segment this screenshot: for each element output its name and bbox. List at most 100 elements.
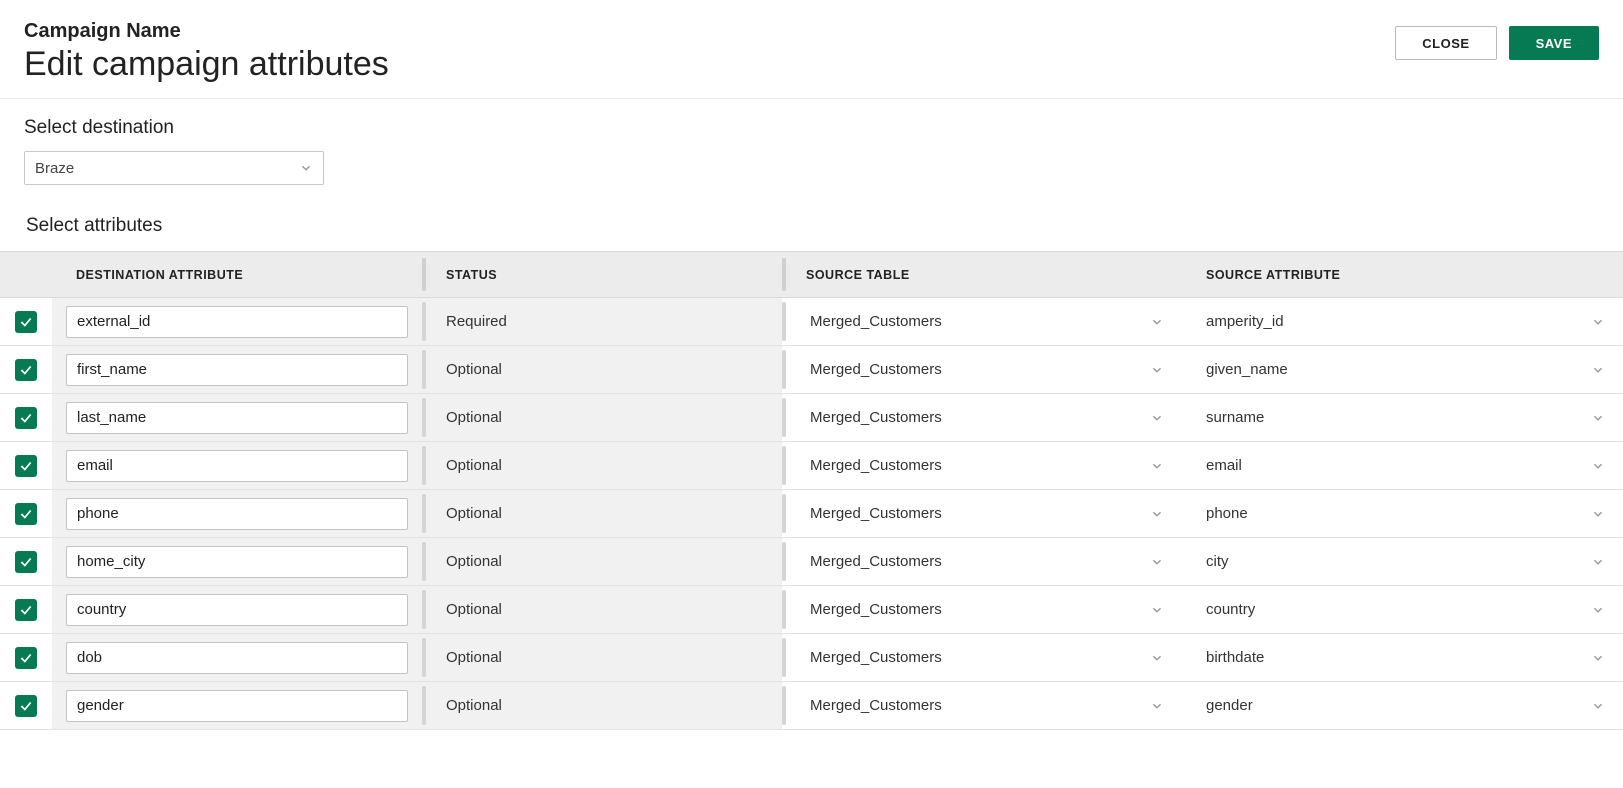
destination-attribute-cell [52,490,422,537]
source-table-select[interactable]: Merged_Customers [810,394,1164,441]
source-table-select[interactable]: Merged_Customers [810,586,1164,633]
status-cell: Required [422,298,782,345]
destination-attribute-input[interactable] [66,402,408,434]
source-attribute-select[interactable]: email [1206,442,1605,489]
row-checkbox-cell [0,394,52,441]
chevron-down-icon [1150,603,1164,617]
destination-attribute-input[interactable] [66,546,408,578]
source-table-select[interactable]: Merged_Customers [810,442,1164,489]
chevron-down-icon [1591,699,1605,713]
source-attribute-select[interactable]: given_name [1206,346,1605,393]
destination-selected-value: Braze [35,160,74,177]
destination-attribute-cell [52,298,422,345]
destination-attribute-input[interactable] [66,690,408,722]
source-table-value: Merged_Customers [810,313,942,330]
source-table-value: Merged_Customers [810,409,942,426]
source-table-select[interactable]: Merged_Customers [810,634,1164,681]
source-table-value: Merged_Customers [810,553,942,570]
destination-attribute-cell [52,346,422,393]
row-checkbox[interactable] [15,551,37,573]
destination-attribute-input[interactable] [66,642,408,674]
close-button[interactable]: CLOSE [1395,26,1496,60]
source-table-cell: Merged_Customers [782,538,1182,585]
source-table-select[interactable]: Merged_Customers [810,682,1164,729]
table-row: Optional Merged_Customers country [0,586,1623,634]
chevron-down-icon [1150,699,1164,713]
source-table-value: Merged_Customers [810,649,942,666]
source-attribute-cell: surname [1182,394,1623,441]
source-attribute-select[interactable]: birthdate [1206,634,1605,681]
source-attribute-value: given_name [1206,361,1288,378]
save-button[interactable]: SAVE [1509,26,1599,60]
table-row: OptionalMerged_Customersgiven_name [0,346,1623,394]
row-checkbox[interactable] [15,359,37,381]
source-attribute-cell: gender [1182,682,1623,729]
row-checkbox-cell [0,490,52,537]
campaign-name: Campaign Name [24,20,389,43]
source-attribute-cell: amperity_id [1182,298,1623,345]
row-checkbox-cell [0,442,52,489]
destination-attribute-input[interactable] [66,354,408,386]
source-table-select[interactable]: Merged_Customers [810,538,1164,585]
source-attribute-select[interactable]: surname [1206,394,1605,441]
destination-attribute-cell [52,394,422,441]
source-table-select[interactable]: Merged_Customers [810,298,1164,345]
source-attribute-select[interactable]: country [1206,586,1605,633]
row-checkbox-cell [0,682,52,729]
chevron-down-icon [1591,363,1605,377]
source-table-value: Merged_Customers [810,601,942,618]
chevron-down-icon [1150,651,1164,665]
destination-attribute-input[interactable] [66,498,408,530]
th-destination-attribute: DESTINATION ATTRIBUTE [52,252,422,297]
source-table-select[interactable]: Merged_Customers [810,346,1164,393]
source-table-cell: Merged_Customers [782,490,1182,537]
destination-attribute-input[interactable] [66,594,408,626]
source-attribute-value: phone [1206,505,1248,522]
th-source-attribute: SOURCE ATTRIBUTE [1182,252,1623,297]
destination-attribute-input[interactable] [66,306,408,338]
row-checkbox[interactable] [15,695,37,717]
destination-section: Select destination Braze Select attribut… [0,117,1623,237]
th-source-table: SOURCE TABLE [782,252,1182,297]
chevron-down-icon [1591,411,1605,425]
table-row: Required Merged_Customers amperity_id [0,298,1623,346]
table-row: Optional Merged_Customers phone [0,490,1623,538]
chevron-down-icon [299,161,313,175]
source-table-select[interactable]: Merged_Customers [810,490,1164,537]
status-cell: Optional [422,682,782,729]
status-cell: Optional [422,586,782,633]
source-attribute-cell: given_name [1182,346,1623,393]
row-checkbox[interactable] [15,599,37,621]
destination-attribute-input[interactable] [66,450,408,482]
chevron-down-icon [1591,603,1605,617]
source-attribute-cell: city [1182,538,1623,585]
chevron-down-icon [1150,363,1164,377]
source-table-value: Merged_Customers [810,697,942,714]
chevron-down-icon [1150,315,1164,329]
destination-attribute-cell [52,442,422,489]
source-attribute-value: city [1206,553,1229,570]
destination-select[interactable]: Braze [24,151,324,185]
source-table-value: Merged_Customers [810,505,942,522]
row-checkbox[interactable] [15,311,37,333]
source-attribute-select[interactable]: gender [1206,682,1605,729]
source-table-value: Merged_Customers [810,457,942,474]
attributes-label: Select attributes [26,215,1599,237]
source-attribute-select[interactable]: amperity_id [1206,298,1605,345]
table-row: OptionalMerged_Customerscity [0,538,1623,586]
table-row: OptionalMerged_Customersbirthdate [0,634,1623,682]
status-cell: Optional [422,490,782,537]
header-actions: CLOSE SAVE [1395,20,1599,60]
chevron-down-icon [1591,507,1605,521]
row-checkbox-cell [0,538,52,585]
row-checkbox[interactable] [15,407,37,429]
row-checkbox[interactable] [15,455,37,477]
table-body: Required Merged_Customers amperity_id Optio… [0,298,1623,730]
destination-attribute-cell [52,538,422,585]
row-checkbox[interactable] [15,647,37,669]
page-title: Edit campaign attributes [24,45,389,84]
row-checkbox[interactable] [15,503,37,525]
source-table-cell: Merged_Customers [782,442,1182,489]
source-attribute-select[interactable]: phone [1206,490,1605,537]
source-attribute-select[interactable]: city [1206,538,1605,585]
